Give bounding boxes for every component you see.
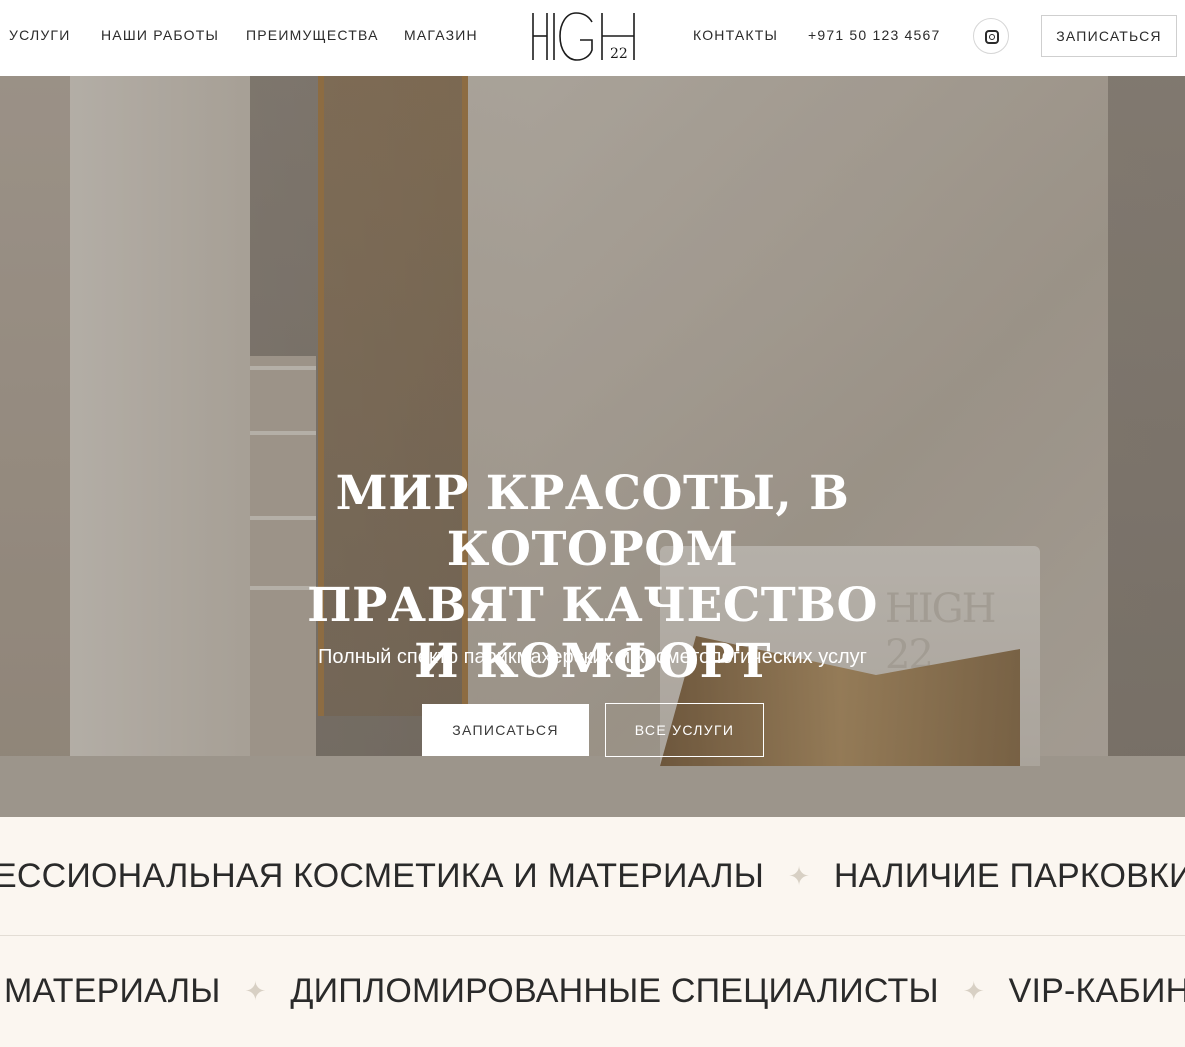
marquee-item: ДИПЛОМИРОВАННЫЕ СПЕЦИАЛИСТЫ xyxy=(290,972,939,1010)
features-marquee-2: МАТЕРИАЛЫ ✦ ДИПЛОМИРОВАННЫЕ СПЕЦИАЛИСТЫ … xyxy=(0,936,1185,1047)
sparkle-icon: ✦ xyxy=(962,976,985,1006)
hero-book-button[interactable]: ЗАПИСАТЬСЯ xyxy=(422,704,589,756)
marquee-item: VIP-КАБИНЕТ xyxy=(1008,972,1185,1010)
sparkle-icon: ✦ xyxy=(244,976,267,1006)
features-marquee-1: ЕССИОНАЛЬНАЯ КОСМЕТИКА И МАТЕРИАЛЫ ✦ НАЛ… xyxy=(0,817,1185,936)
hero-title-line: МИР КРАСОТЫ, В КОТОРОМ xyxy=(335,466,850,577)
instagram-icon xyxy=(985,30,999,44)
nav-link-advantages[interactable]: ПРЕИМУЩЕСТВА xyxy=(246,27,379,43)
marquee-item: НАЛИЧИЕ ПАРКОВКИ xyxy=(833,856,1185,895)
hero-title-line: ПРАВЯТ КАЧЕСТВО xyxy=(307,578,878,633)
nav-link-services[interactable]: УСЛУГИ xyxy=(9,27,70,43)
phone-link[interactable]: +971 50 123 4567 xyxy=(808,27,940,43)
marquee-row: МАТЕРИАЛЫ ✦ ДИПЛОМИРОВАННЫЕ СПЕЦИАЛИСТЫ … xyxy=(4,936,1185,1047)
marquee-item: МАТЕРИАЛЫ xyxy=(4,972,221,1010)
sparkle-icon: ✦ xyxy=(788,860,810,891)
marquee-row: ЕССИОНАЛЬНАЯ КОСМЕТИКА И МАТЕРИАЛЫ ✦ НАЛ… xyxy=(0,817,1185,935)
hero-subtitle: Полный спектр парикмахерских и косметоло… xyxy=(318,646,867,668)
all-services-button[interactable]: ВСЕ УСЛУГИ xyxy=(605,703,764,757)
hero-section: HIGH 22 МИР КРАСОТЫ, В КОТОРОМ ПРАВЯТ КА… xyxy=(0,76,1185,817)
nav-link-shop[interactable]: МАГАЗИН xyxy=(404,27,478,43)
svg-text:22: 22 xyxy=(610,46,628,62)
nav-link-contacts[interactable]: КОНТАКТЫ xyxy=(693,27,778,43)
logo[interactable]: HIGH 22 22 xyxy=(530,10,640,64)
hero-overlay xyxy=(0,76,1185,817)
instagram-button[interactable] xyxy=(973,18,1009,54)
nav-link-works[interactable]: НАШИ РАБОТЫ xyxy=(101,27,219,43)
logo-mark: 22 xyxy=(532,12,635,62)
header-book-button[interactable]: ЗАПИСАТЬСЯ xyxy=(1041,15,1177,57)
marquee-item: ЕССИОНАЛЬНАЯ КОСМЕТИКА И МАТЕРИАЛЫ xyxy=(0,856,765,895)
site-header: УСЛУГИ НАШИ РАБОТЫ ПРЕИМУЩЕСТВА МАГАЗИН … xyxy=(0,0,1185,76)
